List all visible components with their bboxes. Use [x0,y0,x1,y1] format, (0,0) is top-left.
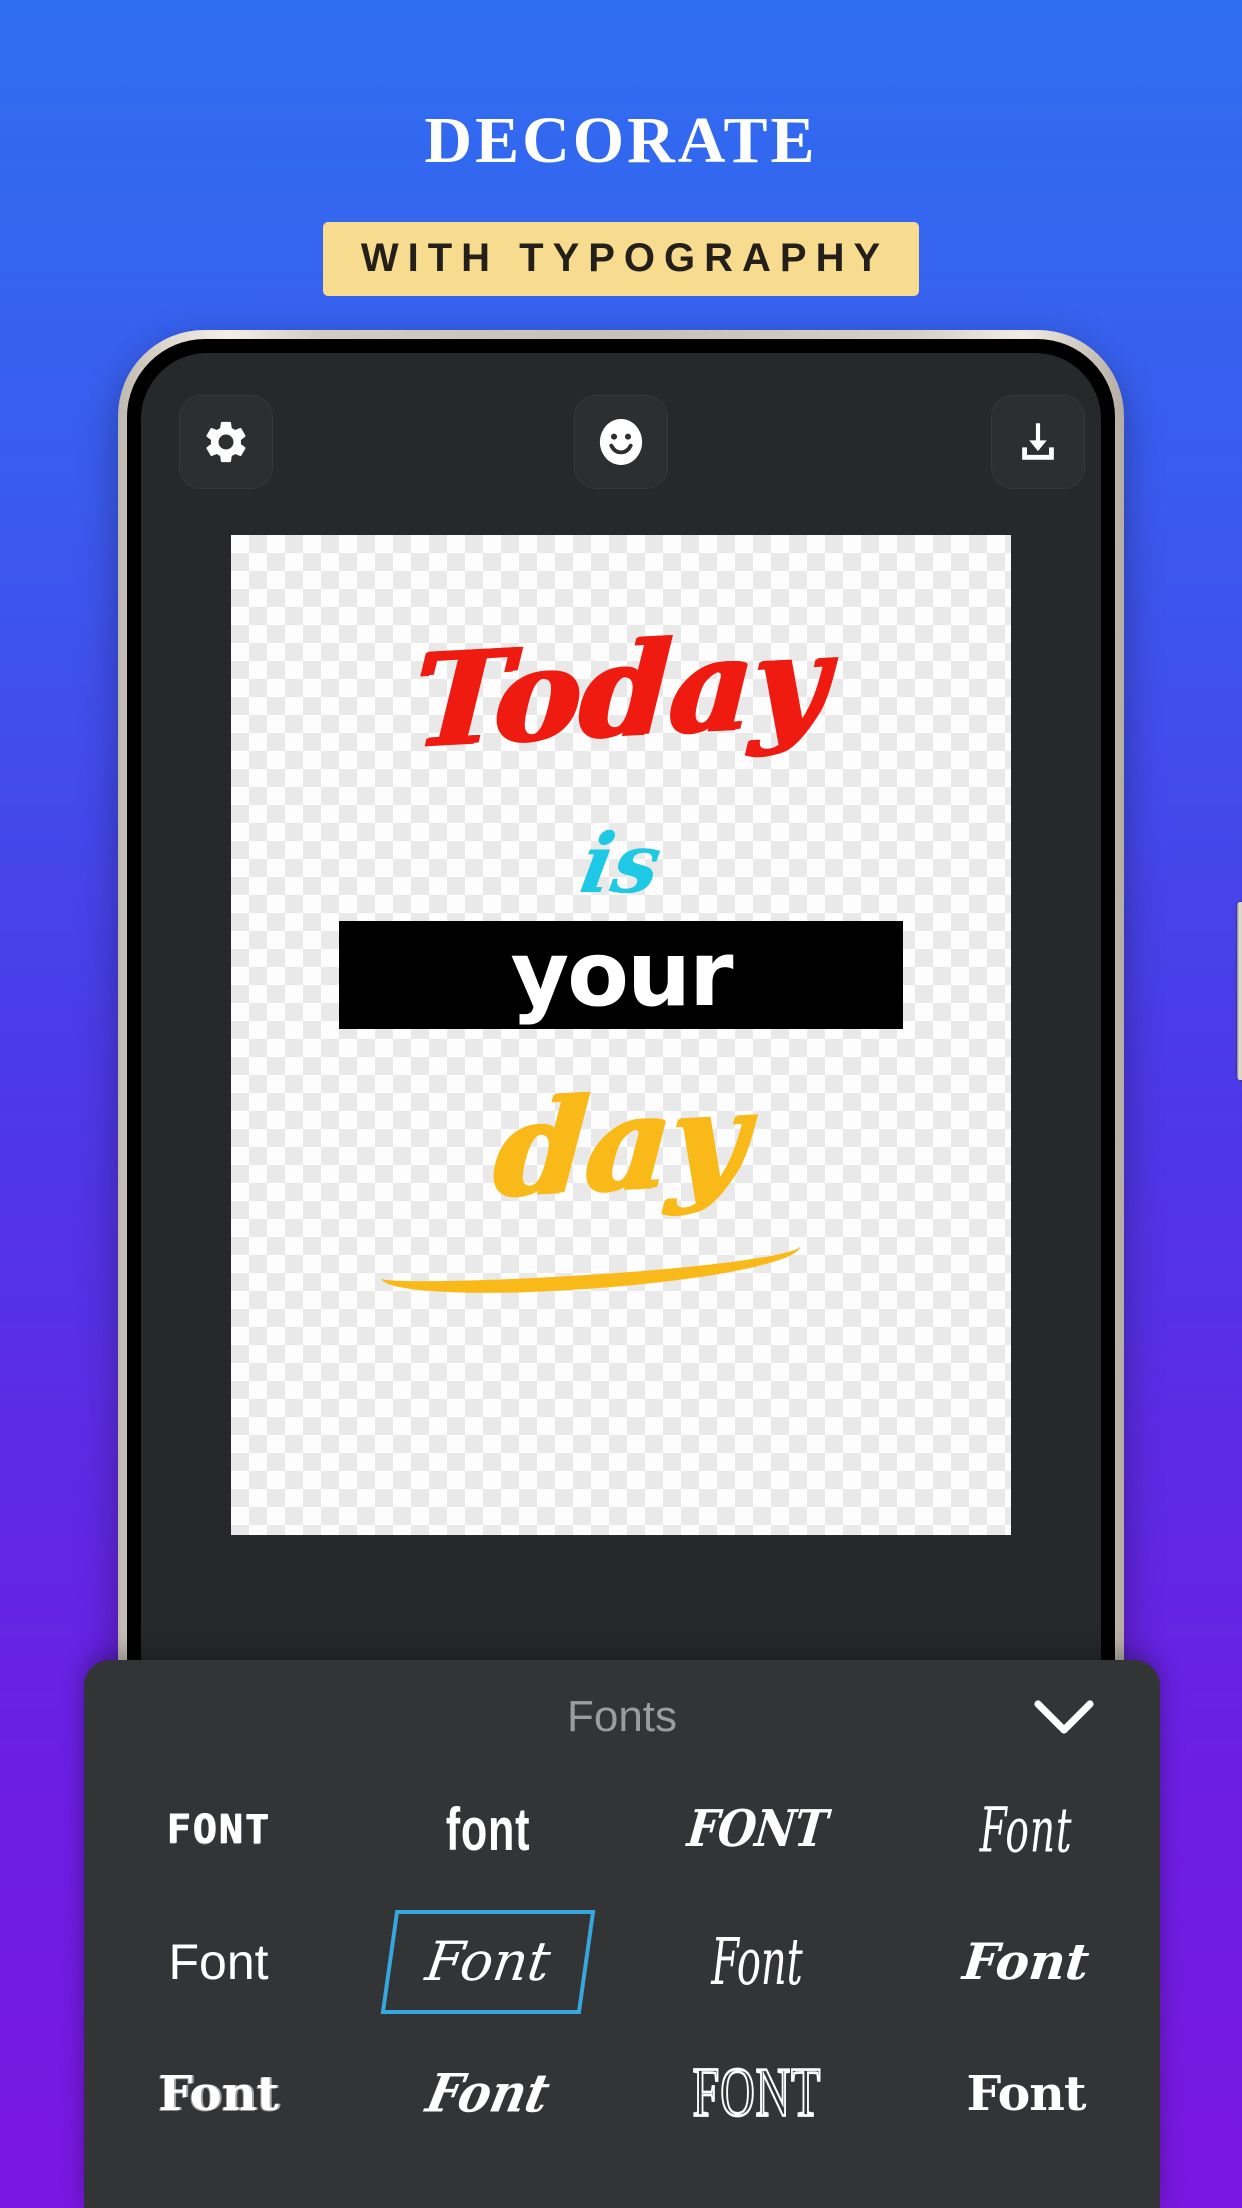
font-option-2[interactable]: font [416,1778,560,1882]
chevron-down-icon [1032,1698,1096,1738]
font-option-4[interactable]: Font [941,1760,1111,1900]
promo-screenshot: DECORATE WITH TYPOGRAPHY Today is your d… [0,0,1242,2208]
smiley-face-icon [594,415,648,469]
font-option-6-selected[interactable]: Font [380,1910,595,2014]
font-option-10[interactable]: Font [375,2037,599,2151]
sticker-button[interactable] [574,395,668,489]
canvas-text-your-box[interactable]: your [339,921,903,1029]
design-canvas[interactable]: Today is your day [231,535,1011,1535]
gear-icon [201,417,251,467]
download-button[interactable] [991,395,1085,489]
canvas-text-today[interactable]: Today [231,605,1011,777]
day-swash-decoration [379,1224,803,1300]
font-option-3[interactable]: FONT [650,1770,863,1890]
phone-power-button[interactable] [1237,902,1242,1080]
font-option-9[interactable]: Font [119,2042,319,2146]
settings-button[interactable] [179,395,273,489]
font-option-8[interactable]: Font [920,1910,1131,2014]
font-option-7[interactable]: Font [677,1894,837,2029]
fonts-grid: FONT font FONT Font Font Font Font Font … [84,1764,1160,2160]
fonts-panel: Fonts FONT font FONT Font Font Font Font… [84,1660,1160,2208]
font-option-11[interactable]: FONT [665,2024,849,2164]
page-title: DECORATE [424,104,818,177]
font-option-1[interactable]: FONT [119,1778,319,1882]
canvas-text-is[interactable]: is [231,816,1011,912]
font-option-5[interactable]: Font [119,1910,319,2014]
font-option-12[interactable]: Font [924,2042,1128,2146]
fonts-panel-title: Fonts [566,1692,678,1741]
subtitle-banner: WITH TYPOGRAPHY [322,222,920,296]
download-icon [1013,417,1063,467]
canvas-text-your: your [510,922,734,1027]
canvas-text-day[interactable]: day [231,1058,1011,1229]
subtitle-banner-wrap: WITH TYPOGRAPHY [0,222,1242,296]
app-toolbar [141,363,1101,513]
collapse-panel-button[interactable] [1024,1690,1104,1746]
fonts-panel-header: Fonts [84,1660,1160,1770]
